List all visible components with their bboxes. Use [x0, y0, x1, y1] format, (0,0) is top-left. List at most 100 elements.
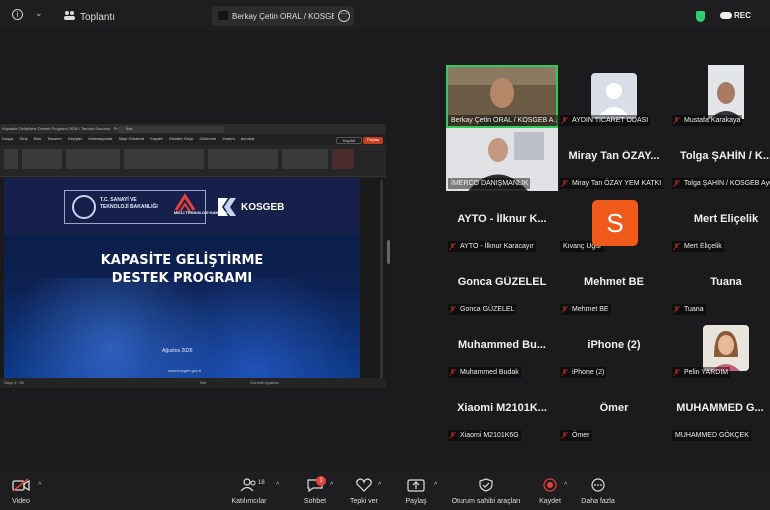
- ribbon-group[interactable]: [4, 149, 18, 169]
- rec-label[interactable]: REC: [734, 11, 751, 20]
- ppt-scrollbar[interactable]: [380, 180, 383, 378]
- chat-caret-icon[interactable]: ^: [330, 482, 333, 489]
- share-label: Paylaş: [405, 498, 427, 505]
- host-tools-button[interactable]: Oturum sahibi araçları: [448, 472, 524, 510]
- slide-title: KAPASİTE GELİŞTİRME DESTEK PROGRAMI: [4, 252, 360, 288]
- participants-count: 18: [258, 480, 265, 486]
- heart-icon: [356, 478, 372, 492]
- ppt-share-button[interactable]: Paylaş: [363, 137, 383, 144]
- participant-tile[interactable]: İMERCO DANIŞMANLIK: [446, 128, 558, 191]
- ribbon-group[interactable]: [66, 149, 120, 169]
- react-caret-icon[interactable]: ^: [378, 482, 381, 489]
- participant-tile[interactable]: Xiaomi M2101K... Xiaomi M2101K6G: [446, 380, 558, 443]
- participant-display-name: Tuana: [710, 276, 742, 288]
- more-button[interactable]: Daha fazla: [578, 472, 618, 510]
- ppt-display-settings[interactable]: Görüntü Ayarları: [250, 380, 279, 385]
- ppt-menu-item[interactable]: Acrobat: [241, 136, 255, 144]
- participant-display-name: Xiaomi M2101K...: [457, 402, 547, 414]
- ppt-window-title: Kapasite Geliştirme Destek Programı 2026…: [2, 126, 135, 131]
- ppt-menu-item[interactable]: Tasarım: [47, 136, 61, 144]
- chat-label: Sohbet: [303, 498, 327, 505]
- ribbon-group[interactable]: [208, 149, 278, 169]
- encryption-shield-icon[interactable]: [696, 11, 705, 22]
- chat-button[interactable]: Sohbet: [298, 472, 332, 510]
- participant-tile[interactable]: AYDIN TİCARET ODASI: [558, 65, 670, 128]
- participant-name: AYDIN TİCARET ODASI: [560, 115, 651, 126]
- share-caret-icon[interactable]: ^: [434, 482, 437, 489]
- participant-tile[interactable]: Mustafa Karakaya: [670, 65, 770, 128]
- participant-tile[interactable]: Mehmet BE Mehmet BE: [558, 254, 670, 317]
- ppt-search-box[interactable]: [118, 126, 224, 133]
- participant-initial-avatar: S: [592, 200, 638, 246]
- video-options-caret-icon[interactable]: ^: [38, 482, 41, 489]
- participant-name: İMERCO DANIŞMANLIK: [448, 178, 531, 189]
- react-button[interactable]: Tepki ver: [344, 472, 384, 510]
- participants-button[interactable]: Katılımcılar: [226, 472, 272, 510]
- chevron-down-icon[interactable]: ⌄: [35, 8, 43, 19]
- participants-caret-icon[interactable]: ^: [276, 482, 279, 489]
- ppt-menu-item[interactable]: Animasyonlar: [88, 136, 112, 144]
- participant-tile[interactable]: Muhammed Bu... Muhammed Budak: [446, 317, 558, 380]
- meeting-label[interactable]: Toplantı: [80, 12, 115, 23]
- ppt-menu-item[interactable]: Kaydet: [150, 136, 162, 144]
- share-screen-button[interactable]: Paylaş: [400, 472, 432, 510]
- record-button[interactable]: Kaydet: [534, 472, 566, 510]
- record-caret-icon[interactable]: ^: [564, 482, 567, 489]
- participant-tile[interactable]: Tolga ŞAHİN / K... Tolga ŞAHİN / KOSGEB …: [670, 128, 770, 191]
- ribbon-group[interactable]: [282, 149, 328, 169]
- more-options-icon[interactable]: ⋯: [338, 10, 350, 22]
- panel-resize-handle[interactable]: [387, 240, 390, 264]
- ppt-save-button[interactable]: Kaydet: [336, 137, 362, 144]
- participant-name: Pelin YARDIM: [672, 367, 731, 378]
- ppt-ribbon: [0, 145, 386, 177]
- participant-tile[interactable]: Miray Tan ÖZAY... Miray Tan ÖZAY YEM KAT…: [558, 128, 670, 191]
- participant-display-name: Muhammed Bu...: [457, 339, 546, 351]
- participant-tile[interactable]: iPhone (2) iPhone (2): [558, 317, 670, 380]
- participant-display-name: Mehmet BE: [584, 276, 644, 288]
- participant-tile[interactable]: Gonca GÜZELEL Gonca GÜZELEL: [446, 254, 558, 317]
- ppt-menu-item[interactable]: Geçişler: [68, 136, 83, 144]
- slide-title-line1: KAPASİTE GELİŞTİRME: [100, 253, 264, 268]
- participant-name: Ömer: [560, 430, 592, 441]
- info-icon[interactable]: i: [12, 9, 23, 20]
- more-label: Daha fazla: [581, 498, 615, 505]
- ppt-menu-item[interactable]: Yardım: [222, 136, 235, 144]
- participant-tile[interactable]: MUHAMMED G... MUHAMMED GÖKÇEK: [670, 380, 770, 443]
- ministry-emblem-icon: [72, 195, 96, 219]
- slide-background-pattern: [4, 278, 360, 378]
- participant-name: Xiaomi M2101K6G: [448, 430, 521, 441]
- ribbon-group[interactable]: [332, 149, 354, 169]
- ppt-menu-item[interactable]: Görünüm: [199, 136, 216, 144]
- participant-display-name: Gonca GÜZELEL: [457, 276, 547, 288]
- meeting-toolbar: Video ^ Katılımcılar 18 ^ Sohbet 1 ^ Tep…: [0, 472, 770, 510]
- ppt-menu-item[interactable]: Slayt Gösterisi: [119, 136, 145, 144]
- meeting-top-bar: i ⌄ Toplantı Berkay Çetin ORAL / KOSGEB …: [0, 0, 770, 30]
- ribbon-group[interactable]: [124, 149, 204, 169]
- participant-name: Berkay Çetin ORAL / KOSGEB A...: [448, 115, 558, 126]
- ppt-notes-button[interactable]: Not: [200, 380, 206, 385]
- participant-tile[interactable]: AYTO - İlknur K... AYTO - İlknur Karacay…: [446, 191, 558, 254]
- participant-tile[interactable]: Ömer Ömer: [558, 380, 670, 443]
- ppt-menu-item[interactable]: Gözden Geçir: [169, 136, 194, 144]
- participant-display-name: Ömer: [599, 402, 629, 414]
- ppt-menu-item[interactable]: Dosya: [2, 136, 13, 144]
- participant-name: Gonca GÜZELEL: [448, 304, 517, 315]
- participant-tile[interactable]: Berkay Çetin ORAL / KOSGEB A...: [446, 65, 558, 128]
- ppt-menu-item[interactable]: Giriş: [19, 136, 27, 144]
- participants-icon: [240, 478, 256, 492]
- participant-tile[interactable]: Pelin YARDIM: [670, 317, 770, 380]
- ppt-menu-item[interactable]: Ekle: [34, 136, 42, 144]
- participant-name: Mert Eliçelik: [672, 241, 724, 252]
- participant-display-name: Mert Eliçelik: [693, 213, 759, 225]
- record-label: Kaydet: [539, 498, 561, 505]
- participant-name: MUHAMMED GÖKÇEK: [672, 430, 751, 441]
- ribbon-group[interactable]: [22, 149, 62, 169]
- participant-display-name: Miray Tan ÖZAY...: [568, 150, 660, 162]
- participant-tile[interactable]: Mert Eliçelik Mert Eliçelik: [670, 191, 770, 254]
- participant-tile[interactable]: Tuana Tuana: [670, 254, 770, 317]
- video-button[interactable]: Video: [4, 472, 38, 510]
- ppt-menu-bar: Dosya Giriş Ekle Tasarım Geçişler Animas…: [0, 136, 386, 144]
- speaker-square-icon: [218, 11, 228, 20]
- participants-label: Katılımcılar: [231, 498, 267, 505]
- video-label: Video: [12, 498, 30, 505]
